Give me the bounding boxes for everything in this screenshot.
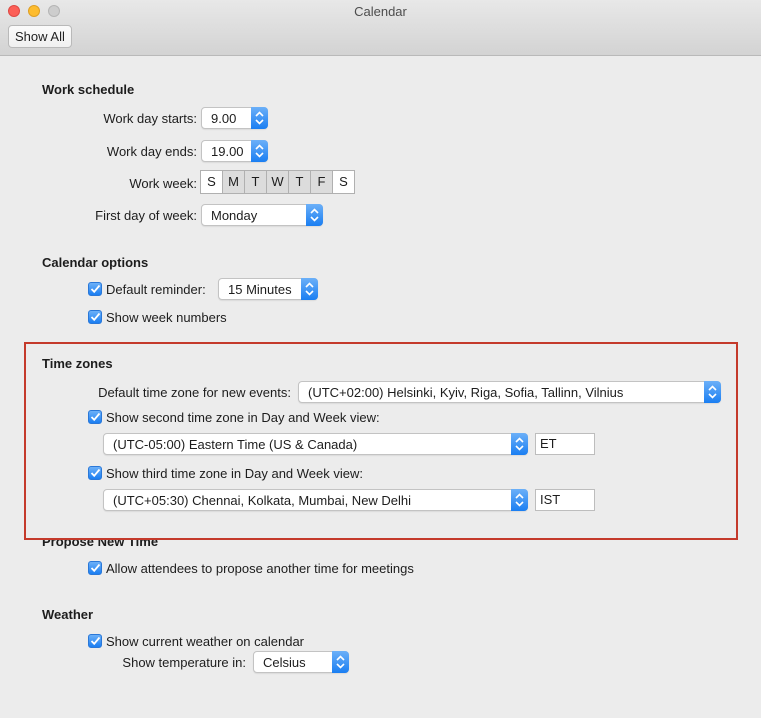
default-reminder-checkbox[interactable] [88, 282, 102, 296]
work-day-ends-stepper[interactable]: 19.00 [201, 140, 268, 162]
temperature-unit-select[interactable]: Celsius [253, 651, 349, 673]
allow-propose-time-label: Allow attendees to propose another time … [106, 561, 414, 576]
first-day-of-week-select[interactable]: Monday [201, 204, 323, 226]
default-reminder-value: 15 Minutes [228, 282, 292, 297]
day-toggle-saturday[interactable]: S [332, 170, 355, 194]
work-day-ends-value: 19.00 [211, 144, 244, 159]
show-week-numbers-checkbox[interactable] [88, 310, 102, 324]
work-day-starts-stepper[interactable]: 9.00 [201, 107, 268, 129]
day-toggle-sunday[interactable]: S [200, 170, 223, 194]
day-toggle-wednesday[interactable]: W [266, 170, 289, 194]
day-toggle-tuesday[interactable]: T [244, 170, 267, 194]
work-week-day-selector: S M T W T F S [200, 170, 355, 194]
select-arrows-icon [306, 204, 323, 226]
temperature-unit-label: Show temperature in: [122, 655, 246, 670]
day-toggle-friday[interactable]: F [310, 170, 333, 194]
work-schedule-heading: Work schedule [42, 82, 135, 97]
time-zones-highlight-box [24, 342, 738, 540]
select-arrows-icon [332, 651, 349, 673]
allow-propose-time-checkbox[interactable] [88, 561, 102, 575]
default-reminder-select[interactable]: 15 Minutes [218, 278, 318, 300]
first-day-of-week-value: Monday [211, 208, 258, 223]
highlight-box-bottom-edge [24, 538, 738, 540]
show-all-button[interactable]: Show All [8, 25, 72, 48]
work-day-starts-value: 9.00 [211, 111, 237, 126]
stepper-arrows-icon[interactable] [251, 140, 268, 162]
default-reminder-label: Default reminder: [106, 282, 206, 297]
temperature-unit-value: Celsius [263, 655, 306, 670]
day-toggle-thursday[interactable]: T [288, 170, 311, 194]
show-weather-checkbox[interactable] [88, 634, 102, 648]
work-day-ends-label: Work day ends: [106, 144, 197, 159]
first-day-of-week-label: First day of week: [95, 208, 197, 223]
show-weather-label: Show current weather on calendar [106, 634, 305, 649]
show-week-numbers-label: Show week numbers [106, 310, 227, 325]
select-arrows-icon [301, 278, 318, 300]
window-titlebar: Calendar Show All [0, 0, 761, 56]
work-day-starts-label: Work day starts: [103, 111, 197, 126]
work-week-label: Work week: [129, 176, 197, 191]
stepper-arrows-icon[interactable] [251, 107, 268, 129]
calendar-options-heading: Calendar options [42, 255, 149, 270]
day-toggle-monday[interactable]: M [222, 170, 245, 194]
window-title: Calendar [354, 4, 407, 19]
weather-heading: Weather [42, 607, 94, 622]
